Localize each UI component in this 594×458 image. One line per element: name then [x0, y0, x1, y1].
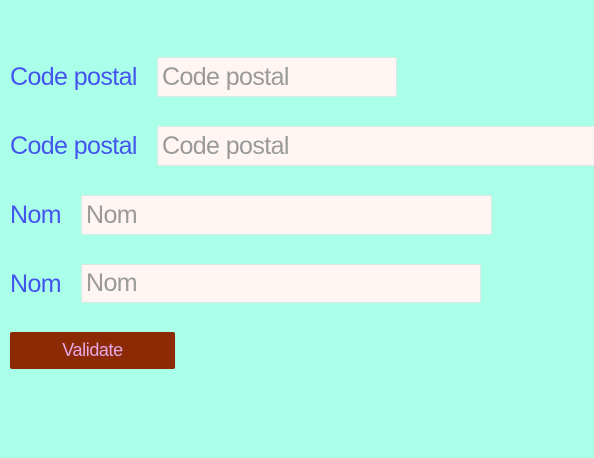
name-input-1[interactable]: [81, 195, 492, 235]
name-label-2: Nom: [10, 270, 62, 298]
postal-code-label-2: Code postal: [10, 132, 137, 160]
postal-code-label-1: Code postal: [10, 63, 137, 91]
validate-button[interactable]: Validate: [10, 332, 175, 369]
postal-code-input-1[interactable]: [157, 57, 397, 97]
name-label-1: Nom: [10, 201, 62, 229]
postal-code-input-2[interactable]: [157, 126, 594, 166]
name-input-2[interactable]: [81, 264, 481, 303]
